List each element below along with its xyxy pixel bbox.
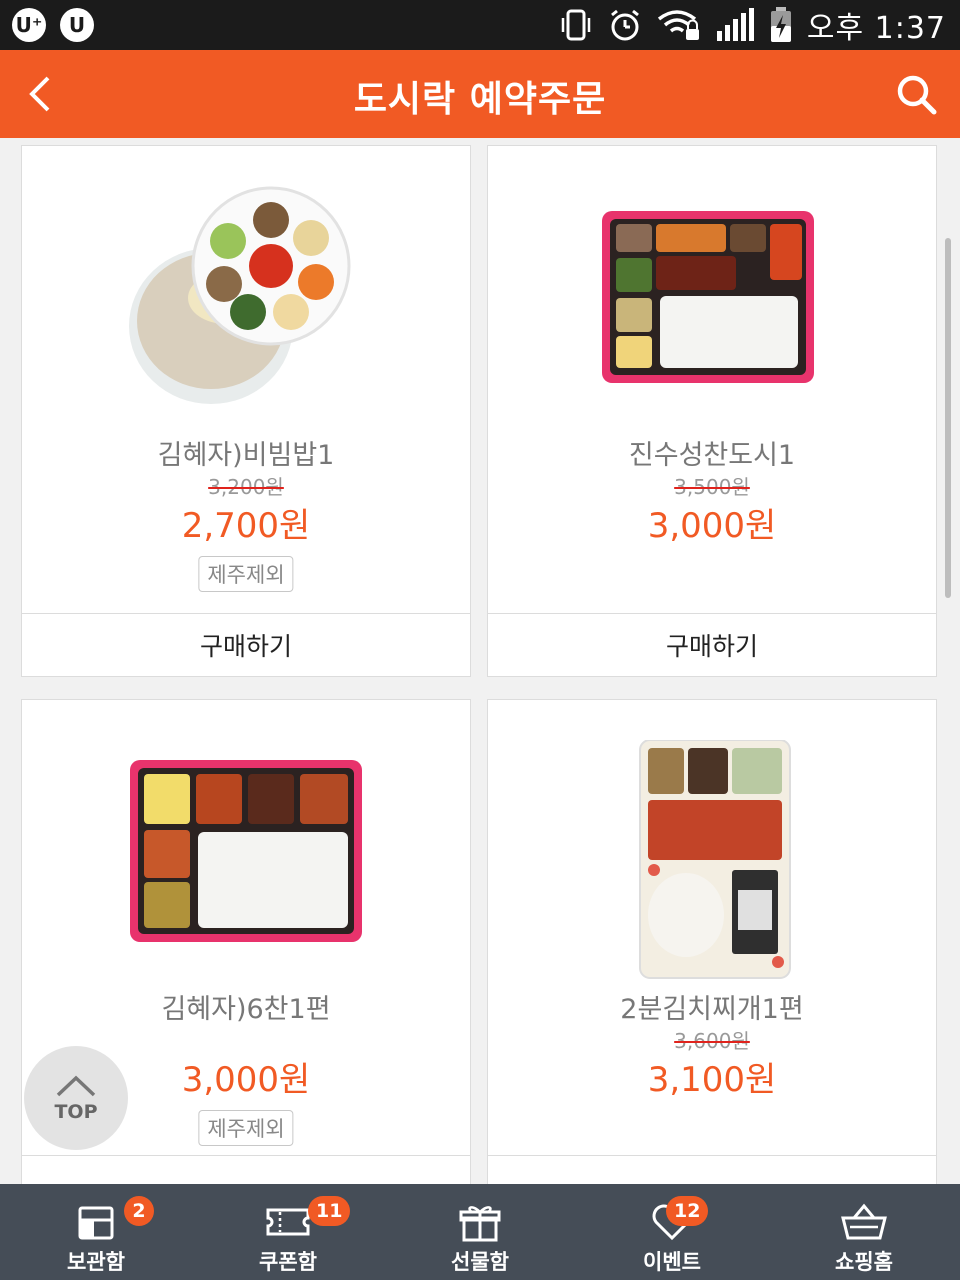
buy-button[interactable] bbox=[22, 1155, 470, 1184]
shopping-basket-icon bbox=[841, 1203, 887, 1240]
nav-badge: 12 bbox=[666, 1196, 709, 1226]
product-image-jinsu-lunchbox bbox=[488, 186, 936, 446]
wifi-lock-icon bbox=[657, 10, 699, 40]
page-title: 도시락 예약주문 bbox=[353, 79, 607, 120]
alarm-icon bbox=[610, 9, 639, 41]
product-name: 김혜자)비빔밥1 bbox=[157, 440, 335, 471]
nav-item-coupon[interactable]: 11 쿠폰함 bbox=[192, 1184, 384, 1280]
carrier-u-icon: U bbox=[60, 8, 94, 42]
original-price-text: 3,600원 bbox=[674, 1029, 750, 1053]
original-price: 3,500원 bbox=[488, 471, 936, 500]
chevron-up-icon bbox=[56, 1075, 96, 1097]
coupon-ticket-icon bbox=[266, 1208, 310, 1236]
nav-item-shopping-home[interactable]: 쇼핑홈 bbox=[768, 1184, 960, 1280]
scroll-top-label: TOP bbox=[54, 1101, 98, 1123]
battery-charging-icon bbox=[770, 7, 791, 42]
nav-badge: 2 bbox=[124, 1196, 154, 1226]
nav-label: 쇼핑홈 bbox=[835, 1250, 893, 1274]
buy-button[interactable]: 구매하기 bbox=[488, 613, 936, 676]
status-time: 오후 1:37 bbox=[806, 11, 946, 46]
sale-price: 3,000원 bbox=[647, 506, 777, 546]
nav-item-storage[interactable]: 2 보관함 bbox=[0, 1184, 192, 1280]
storage-box-icon bbox=[78, 1206, 114, 1240]
product-card[interactable]: 2분김치찌개1편 3,600원 3,100원 bbox=[487, 699, 937, 1184]
product-grid: 김혜자)비빔밥1 3,200원 2,700원 제주제외 구매하기 진수성찬도시1… bbox=[0, 138, 960, 1184]
signal-icon bbox=[716, 8, 754, 41]
product-card[interactable]: 진수성찬도시1 3,500원 3,000원 구매하기 bbox=[487, 145, 937, 677]
buy-button[interactable] bbox=[488, 1155, 936, 1184]
nav-label: 선물함 bbox=[451, 1250, 509, 1274]
nav-item-event[interactable]: 12 이벤트 bbox=[576, 1184, 768, 1280]
search-icon bbox=[897, 75, 937, 115]
sale-price: 3,100원 bbox=[647, 1060, 777, 1100]
status-left: U⁺ U bbox=[12, 8, 94, 42]
product-card[interactable]: 김혜자)비빔밥1 3,200원 2,700원 제주제외 구매하기 bbox=[21, 145, 471, 677]
product-image-kimchi-stew bbox=[488, 740, 936, 1000]
nav-badge: 11 bbox=[308, 1196, 351, 1226]
search-button[interactable] bbox=[894, 72, 938, 116]
nav-item-gift[interactable]: 선물함 bbox=[384, 1184, 576, 1280]
region-tag: 제주제외 bbox=[198, 1110, 294, 1146]
buy-button[interactable]: 구매하기 bbox=[22, 613, 470, 676]
status-bar: U⁺ U 오후 1:37 bbox=[0, 0, 960, 50]
product-name: 2분김치찌개1편 bbox=[620, 994, 804, 1025]
region-tag: 제주제외 bbox=[198, 556, 294, 592]
sale-price: 2,700원 bbox=[181, 506, 311, 546]
product-name: 김혜자)6찬1편 bbox=[161, 994, 331, 1025]
gift-box-icon bbox=[459, 1206, 501, 1242]
original-price-text: 3,500원 bbox=[674, 475, 750, 499]
nav-label: 쿠폰함 bbox=[259, 1250, 317, 1274]
original-price: 3,600원 bbox=[488, 1025, 936, 1054]
scrollbar[interactable] bbox=[945, 238, 951, 598]
bottom-navigation: 2 보관함 11 쿠폰함 선물함 12 이벤트 쇼핑홈 bbox=[0, 1184, 960, 1280]
product-name: 진수성찬도시1 bbox=[628, 440, 796, 471]
nav-label: 이벤트 bbox=[643, 1250, 701, 1274]
original-price-text: 3,200원 bbox=[208, 475, 284, 499]
app-header: 도시락 예약주문 bbox=[0, 50, 960, 138]
scroll-top-button[interactable]: TOP bbox=[24, 1046, 128, 1150]
nav-label: 보관함 bbox=[67, 1250, 125, 1274]
product-image-bibimbap bbox=[22, 186, 470, 446]
status-right: 오후 1:37 bbox=[559, 4, 946, 46]
vibrate-icon bbox=[561, 9, 591, 41]
original-price: 3,200원 bbox=[22, 471, 470, 500]
product-image-6chan-lunchbox bbox=[22, 740, 470, 1000]
carrier-uplus-icon: U⁺ bbox=[12, 8, 46, 42]
